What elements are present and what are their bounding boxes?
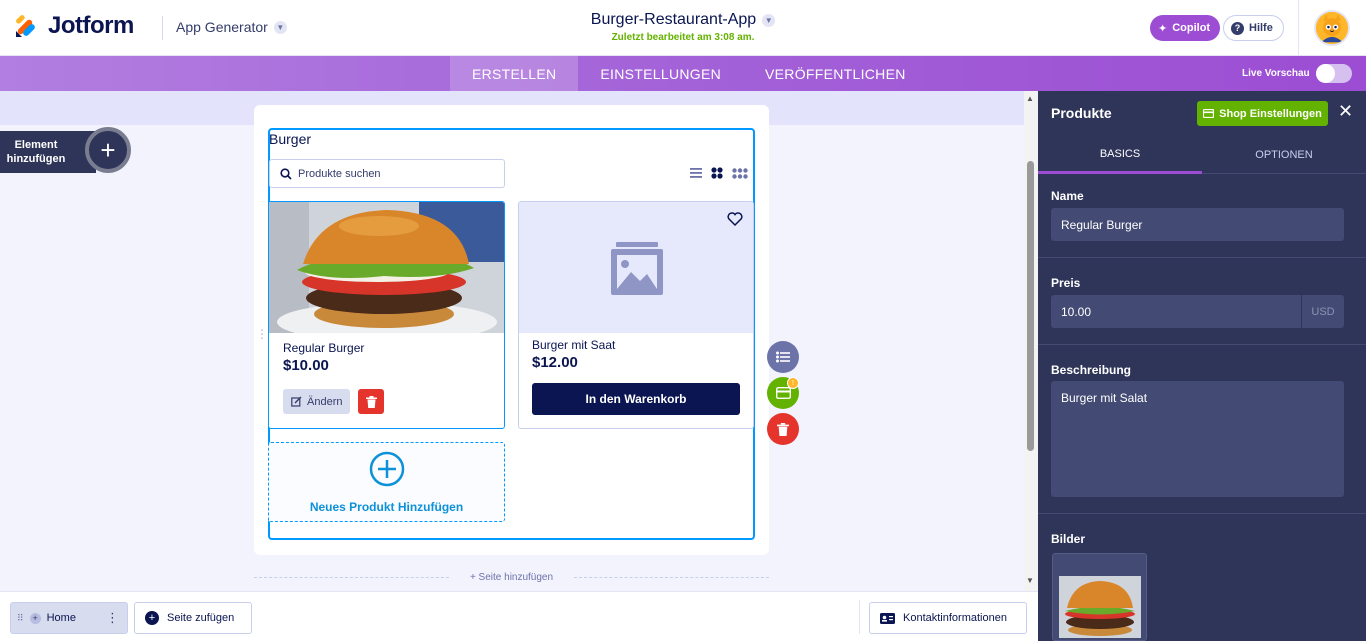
panel-tabs: BASICS OPTIONEN [1038,136,1366,174]
list-icon [776,351,790,363]
live-preview-label: Live Vorschau [1242,68,1310,79]
header-divider [1298,0,1299,56]
shop-card-icon [1203,109,1215,118]
add-page-button[interactable]: + Seite zufügen [134,602,252,634]
trash-icon [777,422,789,436]
product-list-settings-button[interactable] [767,341,799,373]
add-element-button[interactable]: Element hinzufügen [0,131,96,173]
app-title[interactable]: Burger-Restaurant-App ▼ [590,11,776,29]
toggle-knob [1316,64,1335,83]
help-button[interactable]: ? Hilfe [1223,15,1284,41]
add-page-label: Seite zufügen [167,612,235,624]
image-placeholder-icon [611,242,663,295]
product-image-thumbnail[interactable] [1052,553,1147,641]
burger-photo [269,202,504,333]
more-options-icon[interactable]: ⋮ [106,610,119,626]
view-switcher [690,167,748,179]
product-name: Regular Burger [283,341,365,355]
product-search-input[interactable]: Produkte suchen [269,159,505,188]
name-field[interactable]: Regular Burger [1051,208,1344,241]
tab-basics[interactable]: BASICS [1038,136,1202,174]
properties-panel: Produkte Shop Einstellungen ✕ BASICS OPT… [1038,91,1366,641]
widget-title: Burger [269,131,312,147]
page-tab-label: Home [46,612,76,624]
new-product-button[interactable]: Neues Produkt Hinzufügen [268,442,505,522]
add-element-label: Element hinzufügen [6,139,66,165]
add-page-link[interactable]: + Seite hinzufügen [254,572,769,583]
edit-product-button[interactable]: Ändern [283,389,351,414]
builder-nav: ERSTELLEN EINSTELLUNGEN VERÖFFENTLICHEN … [0,56,1366,91]
avatar[interactable] [1314,10,1350,46]
grid-2-view-icon[interactable] [711,167,723,179]
drag-handle-icon[interactable]: ⠿ [17,613,24,624]
chevron-down-icon: ▼ [762,13,776,27]
burger-thumbnail [1053,554,1146,640]
copilot-button[interactable]: ✦ Copilot [1150,15,1221,41]
new-product-label: Neues Produkt Hinzufügen [309,500,464,514]
warning-badge: ! [787,377,799,389]
shop-settings-button[interactable]: Shop Einstellungen [1197,101,1328,126]
edit-label: Ändern [307,395,343,408]
product-name: Burger mit Saat [532,338,616,352]
images-label: Bilder [1051,532,1086,546]
product-card[interactable]: Regular Burger $10.00 Ändern [268,201,505,429]
list-view-icon[interactable] [690,168,702,178]
field-divider [1038,513,1366,514]
question-icon: ? [1231,21,1244,35]
close-icon[interactable]: ✕ [1338,101,1353,122]
contact-info-button[interactable]: Kontaktinformationen [869,602,1027,634]
home-page-icon: + [29,612,41,624]
description-field[interactable]: Burger mit Salat [1051,381,1344,497]
add-circle-icon [369,451,405,487]
pages-bar: ⠿ + Home ⋮ + Seite zufügen Kontaktinform… [0,591,1038,641]
nav-tabs: ERSTELLEN EINSTELLUNGEN VERÖFFENTLICHEN [450,56,928,91]
product-image [269,202,504,333]
delete-widget-button[interactable] [767,413,799,445]
payment-card-icon [775,387,791,399]
currency-label: USD [1301,295,1344,328]
copilot-label: Copilot [1172,22,1211,34]
tab-erstellen[interactable]: ERSTELLEN [450,56,579,91]
help-label: Hilfe [1249,22,1273,34]
tab-einstellungen[interactable]: EINSTELLUNGEN [578,56,743,91]
heart-icon[interactable] [727,212,743,226]
product-card[interactable]: Burger mit Saat $12.00 In den Warenkorb [518,201,754,429]
add-to-cart-button[interactable]: In den Warenkorb [532,383,740,415]
avatar-cat-icon [1316,12,1348,44]
bottom-divider [859,600,860,634]
contact-card-icon [880,612,895,624]
price-label: Preis [1051,276,1081,290]
top-header: Jotform App Generator ▼ Burger-Restauran… [0,0,1366,56]
tab-veroeffentlichen[interactable]: VERÖFFENTLICHEN [743,56,928,91]
grid-3-view-icon[interactable] [732,167,748,179]
edit-icon [291,396,302,407]
scroll-up-icon[interactable]: ▲ [1026,94,1034,103]
field-divider [1038,344,1366,345]
description-label: Beschreibung [1051,363,1132,377]
live-preview-toggle[interactable] [1316,64,1352,83]
field-divider [1038,257,1366,258]
search-icon [280,167,292,180]
canvas-scrollbar[interactable]: ▲ ▼ [1024,91,1038,591]
tab-optionen[interactable]: OPTIONEN [1202,136,1366,174]
sparkle-icon: ✦ [1158,22,1168,35]
product-image-placeholder [519,202,753,333]
plus-icon: + [145,611,159,625]
shop-settings-label: Shop Einstellungen [1219,107,1322,120]
product-price: $12.00 [532,354,578,371]
scroll-down-icon[interactable]: ▼ [1026,576,1034,585]
app-title-text: Burger-Restaurant-App [590,11,757,28]
panel-title: Produkte [1051,105,1112,121]
trash-icon [365,395,377,408]
delete-product-button[interactable] [358,389,384,414]
scrollbar-thumb[interactable] [1027,161,1034,451]
page-tab-home[interactable]: ⠿ + Home ⋮ [10,602,128,634]
search-placeholder: Produkte suchen [298,167,381,180]
name-label: Name [1051,189,1084,203]
contact-info-label: Kontaktinformationen [903,612,1007,624]
product-price: $10.00 [283,357,329,374]
add-element-plus-icon[interactable]: + [85,127,131,173]
